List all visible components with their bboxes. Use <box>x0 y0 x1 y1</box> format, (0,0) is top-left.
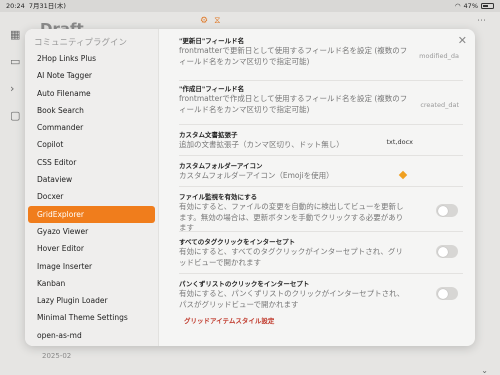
setting-name: "作成日"フィールド名 <box>179 85 245 93</box>
setting-desc: frontmatterで更新日として使用するフィールド名を設定 (複数のフィール… <box>179 46 408 66</box>
setting-folder-icon: カスタムフォルダーアイコン カスタムフォルダーアイコン（Emojiを使用） <box>179 156 463 187</box>
plugin-item[interactable]: Lazy Plugin Loader <box>28 292 155 309</box>
modified-field-input[interactable]: modified_da <box>419 52 459 60</box>
plugin-settings: "更新日"フィールド名 frontmatterで更新日として使用するフィールド名… <box>159 29 475 346</box>
battery-percent: 47% <box>463 2 478 10</box>
settings-modal: ✕ コミュニティプラグイン 2Hop Links Plus AI Note Tag… <box>25 29 475 346</box>
plugin-item[interactable]: AI Note Tagger <box>28 67 155 84</box>
plugin-item[interactable]: Copilot <box>28 136 155 153</box>
setting-name: カスタム文書拡張子 <box>179 131 238 139</box>
plugin-item[interactable]: Book Search <box>28 102 155 119</box>
setting-name: パンくずリストのクリックをインターセプト <box>179 280 310 288</box>
chevron-icon: ⌄ <box>481 366 488 375</box>
status-time-date: 20:24 7月31日(木) <box>6 0 66 12</box>
plugin-item[interactable]: Image Inserter <box>28 258 155 275</box>
gear-icon: ⚙ <box>200 16 209 26</box>
setting-name: カスタムフォルダーアイコン <box>179 162 263 170</box>
setting-custom-ext: カスタム文書拡張子 追加の文書拡張子（カンマ区切り、ドット無し） txt,doc… <box>179 125 463 156</box>
setting-name: すべてのタグクリックをインターセプト <box>179 238 296 246</box>
plugin-item[interactable]: CSS Editor <box>28 154 155 171</box>
setting-file-watch: ファイル監視を有効にする 有効にすると、ファイルの変更を自動的に検出してビューを… <box>179 187 463 232</box>
background-top-icons: ⚙ ⧖ <box>200 16 220 26</box>
status-date: 7月31日(木) <box>28 2 66 10</box>
file-watch-toggle[interactable] <box>436 204 458 217</box>
plugin-item[interactable]: open-as-md <box>28 327 155 344</box>
plugin-item[interactable]: Minimal Theme Settings <box>28 309 155 326</box>
created-field-input[interactable]: created_dat <box>420 101 459 109</box>
plugin-item[interactable]: Dataview <box>28 171 155 188</box>
section-heading-grid-style: グリッドアイテムスタイル設定 <box>184 317 275 325</box>
battery-icon <box>481 3 494 9</box>
plugin-item[interactable]: Kanban <box>28 275 155 292</box>
status-bar: 20:24 7月31日(木) ◠ 47% <box>0 0 500 12</box>
setting-created-field: "作成日"フィールド名 frontmatterで作成日として使用するフィールド名… <box>179 81 463 125</box>
setting-desc: 有効にすると、パンくずリストのクリックがインターセプトされ、パスがグリッドビュー… <box>179 289 405 309</box>
status-time: 20:24 <box>6 2 25 10</box>
plugin-list-header: コミュニティプラグイン <box>34 38 127 48</box>
plugin-item[interactable]: Outliner <box>28 344 155 346</box>
filter-icon: ⧖ <box>214 16 221 26</box>
setting-desc: カスタムフォルダーアイコン（Emojiを使用） <box>179 171 334 180</box>
breadcrumb-intercept-toggle[interactable] <box>436 287 458 300</box>
setting-name: "更新日"フィールド名 <box>179 37 245 45</box>
setting-tag-intercept: すべてのタグクリックをインターセプト 有効にすると、すべてのタグクリックがインタ… <box>179 232 463 274</box>
plugin-item[interactable]: Hover Editor <box>28 240 155 257</box>
wifi-icon: ◠ <box>454 2 461 10</box>
setting-desc: 有効にすると、すべてのタグクリックがインターセプトされ、グリッドビューで開かれま… <box>179 247 403 267</box>
plugin-items: 2Hop Links Plus AI Note Tagger Auto Filena… <box>25 50 158 346</box>
custom-ext-input[interactable]: txt,docx <box>386 138 413 146</box>
plugin-item[interactable]: Gyazo Viewer <box>28 223 155 240</box>
setting-desc: 有効にすると、ファイルの変更を自動的に検出してビューを更新します。無効の場合は、… <box>179 202 404 232</box>
plugin-item[interactable]: Auto Filename <box>28 85 155 102</box>
plugin-item[interactable]: Docxer <box>28 188 155 205</box>
background-date: 2025-02 <box>42 352 72 360</box>
tag-intercept-toggle[interactable] <box>436 245 458 258</box>
plugin-item[interactable]: 2Hop Links Plus <box>28 50 155 67</box>
setting-breadcrumb-intercept: パンくずリストのクリックをインターセプト 有効にすると、パンくずリストのクリック… <box>179 274 463 316</box>
setting-modified-field: "更新日"フィールド名 frontmatterで更新日として使用するフィールド名… <box>179 37 463 81</box>
setting-name: ファイル監視を有効にする <box>179 193 258 201</box>
more-icon: ⋯ <box>477 16 486 26</box>
plugin-item[interactable]: Commander <box>28 119 155 136</box>
plugin-list: コミュニティプラグイン 2Hop Links Plus AI Note Tagge… <box>25 29 159 346</box>
setting-desc: 追加の文書拡張子（カンマ区切り、ドット無し） <box>179 140 344 149</box>
plugin-item[interactable]: GridExplorer <box>28 205 155 223</box>
status-right: ◠ 47% <box>455 0 494 12</box>
setting-desc: frontmatterで作成日として使用するフィールド名を設定 (複数のフィール… <box>179 94 408 114</box>
